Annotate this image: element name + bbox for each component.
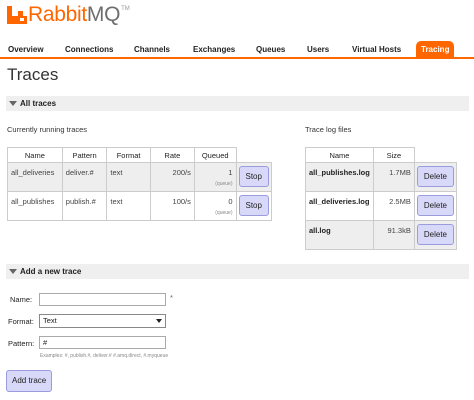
trace-queued-sub: (queue) [215,210,233,216]
trace-log-files-table: Name Size all_publishes.log 1.7MB Delete… [305,147,458,250]
table-row: all_publishes.log 1.7MB Delete [305,162,458,192]
delete-log-button[interactable]: Delete [416,166,454,187]
log-action-cell: Delete [413,220,458,250]
pattern-examples-hint: Examples: #, publish.#, deliver.# #.amq.… [40,353,169,359]
rabbitmq-logo-icon [7,6,27,24]
column-header-format: Format [106,147,151,163]
delete-log-button[interactable]: Delete [416,195,454,216]
column-header-log-actions [413,147,457,163]
stop-trace-button[interactable]: Stop [238,166,269,187]
tab-exchanges[interactable]: Exchanges [193,41,235,59]
trace-pattern-input[interactable]: # [39,336,166,349]
log-action-cell: Delete [413,162,458,192]
trace-rate: 200/s [149,162,195,192]
running-traces-label: Currently running traces [7,125,88,134]
trace-format: text [106,191,151,221]
tab-virtual-hosts[interactable]: Virtual Hosts [352,41,401,59]
stop-trace-button[interactable]: Stop [238,195,269,216]
log-file-name[interactable]: all.log [305,220,374,250]
log-action-cell: Delete [413,191,458,221]
column-header-rate: Rate [149,147,195,163]
table-row: all.log 91.3kB Delete [305,220,458,250]
table-row: all_deliveries deliver.# text 200/s 1 (qu… [7,162,272,192]
trace-log-files-label: Trace log files [305,125,352,134]
logo-trademark: TM [121,6,130,12]
trace-action-cell: Stop [235,191,272,221]
collapse-triangle-icon [9,269,17,274]
logo-text: RabbitMQ [28,3,121,26]
table-row: all_deliveries.log 2.5MB Delete [305,191,458,221]
column-header-pattern: Pattern [61,147,108,163]
name-label: Name: [10,295,33,304]
trace-queued: 1 [228,168,233,177]
trace-action-cell: Stop [235,162,272,192]
add-trace-button[interactable]: Add trace [6,370,53,392]
all-traces-heading: All traces [20,99,57,108]
trace-format: text [106,162,151,192]
format-selected-value: Text [43,316,57,325]
rabbitmq-logo: RabbitMQ TM [7,2,130,28]
tab-connections[interactable]: Connections [65,41,113,59]
log-file-name[interactable]: all_deliveries.log [305,191,374,221]
trace-queued-cell: 1 (queue) [193,162,237,192]
trace-pattern: publish.# [61,191,108,221]
tab-tracing[interactable]: Tracing [416,41,455,59]
log-file-size: 91.3kB [372,220,415,250]
tab-users[interactable]: Users [307,41,329,59]
format-select[interactable]: Text [39,314,166,328]
log-file-size: 1.7MB [372,162,415,192]
trace-queued-cell: 0 (queue) [193,191,237,221]
tab-overview[interactable]: Overview [8,41,44,59]
collapse-triangle-icon [9,101,17,106]
table-header-row: Name Size [305,147,457,163]
running-traces-table: Name Pattern Format Rate Queued all_deli… [7,147,272,221]
trace-queued: 0 [228,197,233,206]
tab-queues[interactable]: Queues [256,41,285,59]
page-title: Traces [7,65,59,84]
trace-rate: 100/s [149,191,195,221]
format-label: Format: [8,317,34,326]
all-traces-section-toggle[interactable]: All traces [6,96,469,111]
trace-pattern: deliver.# [61,162,108,192]
column-header-log-name: Name [305,147,374,163]
add-trace-section-toggle[interactable]: Add a new trace [6,264,469,279]
main-nav: Overview Connections Channels Exchanges … [0,38,474,59]
column-header-name: Name [7,147,63,163]
column-header-log-size: Size [372,147,415,163]
trace-name-input[interactable] [39,293,166,306]
delete-log-button[interactable]: Delete [416,224,454,245]
add-trace-heading: Add a new trace [20,267,82,276]
pattern-label: Pattern: [8,339,35,348]
required-mark: * [170,293,173,302]
trace-name: all_deliveries [7,162,63,192]
tab-channels[interactable]: Channels [134,41,170,59]
table-header-row: Name Pattern Format Rate Queued [7,147,272,163]
trace-name: all_publishes [7,191,63,221]
column-header-queued: Queued [193,147,237,163]
chevron-down-icon [156,319,162,323]
column-header-actions [235,147,272,163]
table-row: all_publishes publish.# text 100/s 0 (que… [7,191,272,221]
log-file-size: 2.5MB [372,191,415,221]
log-file-name[interactable]: all_publishes.log [305,162,374,192]
trace-queued-sub: (queue) [215,181,233,187]
